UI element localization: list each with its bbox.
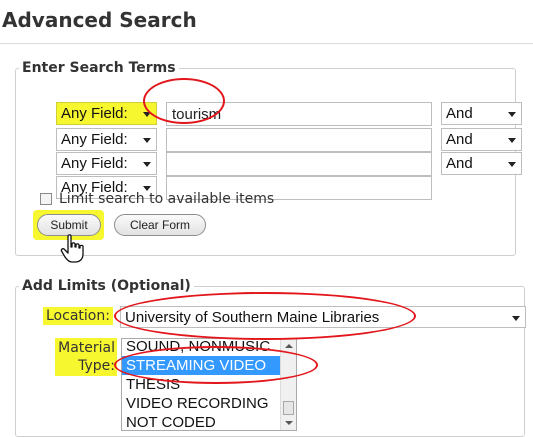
field-select-2[interactable]: Any Field:: [56, 128, 157, 151]
location-label: Location:: [43, 307, 113, 325]
bool-select-2-value: And: [446, 131, 473, 148]
limits-legend: Add Limits (Optional): [22, 278, 191, 294]
submit-button[interactable]: Submit: [37, 214, 101, 236]
annotation-circle-location: [114, 292, 416, 340]
field-select-2-value: Any Field:: [61, 131, 128, 148]
scroll-down-icon[interactable]: [285, 421, 293, 425]
bool-select-3-value: And: [446, 155, 473, 172]
material-type-option[interactable]: NOT CODED: [122, 413, 280, 430]
clear-form-button[interactable]: Clear Form: [114, 214, 206, 236]
annotation-circle-search-term: [143, 78, 225, 124]
scroll-thumb[interactable]: [283, 401, 294, 415]
material-type-label: Material Type:: [55, 338, 117, 376]
chevron-down-icon: [143, 162, 151, 167]
chevron-down-icon: [508, 112, 516, 117]
bool-select-1-value: And: [446, 105, 473, 122]
bool-select-3[interactable]: And: [441, 152, 522, 175]
field-select-3[interactable]: Any Field:: [56, 152, 157, 175]
scroll-up-icon[interactable]: [285, 344, 293, 348]
search-input-3[interactable]: [166, 152, 432, 176]
material-type-label-line-2: Type:: [78, 358, 115, 374]
search-row-3: Any Field: And: [16, 152, 522, 176]
field-select-1[interactable]: Any Field:: [56, 102, 157, 125]
search-terms-legend: Enter Search Terms: [22, 60, 176, 76]
page-title: Advanced Search: [2, 8, 197, 32]
field-select-1-value: Any Field:: [61, 105, 128, 122]
chevron-down-icon: [508, 138, 516, 143]
hand-pointer-icon: [60, 234, 84, 263]
chevron-down-icon: [143, 138, 151, 143]
limit-available-checkbox[interactable]: [40, 193, 52, 205]
search-input-2[interactable]: [166, 128, 432, 152]
field-select-3-value: Any Field:: [61, 155, 128, 172]
annotation-circle-material-type: [114, 346, 318, 384]
bool-select-2[interactable]: And: [441, 128, 522, 151]
chevron-down-icon: [512, 316, 520, 321]
search-row-1: Any Field: tourism And: [16, 102, 522, 126]
material-type-label-line-1: Material: [58, 340, 115, 356]
material-type-option[interactable]: VIDEO RECORDING: [122, 394, 280, 413]
search-row-2: Any Field: And: [16, 128, 522, 152]
chevron-down-icon: [508, 162, 516, 167]
title-divider: [0, 43, 533, 44]
bool-select-1[interactable]: And: [441, 102, 522, 125]
limit-available-label: Limit search to available items: [59, 191, 275, 207]
